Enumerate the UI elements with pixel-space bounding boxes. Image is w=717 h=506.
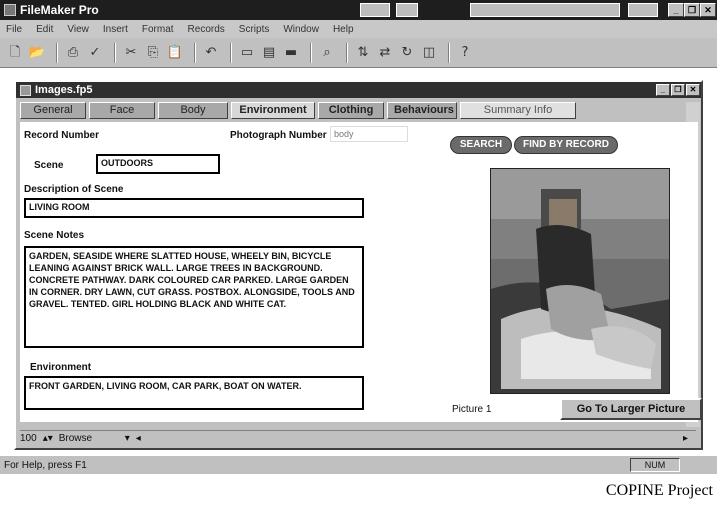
document-title: Images.fp5 [35,84,93,96]
doc-restore-icon[interactable]: ❐ [671,84,685,96]
mode-selector[interactable]: Browse [59,433,119,444]
tab-face[interactable]: Face [89,102,155,119]
toolbar-separator [346,42,348,63]
open-folder-icon[interactable]: 📂 [28,44,46,62]
menu-records[interactable]: Records [188,24,225,35]
cut-icon[interactable]: ✂ [122,44,140,62]
minimize-icon[interactable]: _ [668,3,684,17]
toolbar-separator [114,42,116,63]
delete-record-icon[interactable]: ▬ [282,44,300,62]
title-strip [470,3,620,17]
notes-field[interactable]: GARDEN, SEASIDE WHERE SLATTED HOUSE, WHE… [24,246,364,348]
num-lock-indicator: NUM [630,458,680,472]
photograph-number-label: Photograph Number [230,130,327,141]
menu-format[interactable]: Format [142,24,174,35]
spellcheck-icon[interactable]: ✓ [86,44,104,62]
document-icon [20,84,31,96]
zoom-controls-icon[interactable]: ▴▾ [43,433,53,444]
tab-clothing[interactable]: Clothing [318,102,384,119]
picture-label: Picture 1 [452,404,492,415]
new-record-icon[interactable]: ▭ [238,44,256,62]
copy-icon[interactable]: ⎘ [144,44,162,62]
duplicate-record-icon[interactable]: ▤ [260,44,278,62]
description-label: Description of Scene [24,184,124,195]
description-field[interactable]: LIVING ROOM [24,198,364,218]
photo-image [491,169,669,393]
goto-larger-picture-button[interactable]: Go To Larger Picture [560,398,702,420]
scene-field[interactable]: OUTDOORS [96,154,220,174]
layout-nav-bar: 100 ▴▾ Browse ▾ ◂ ▸ [20,430,696,446]
notes-label: Scene Notes [24,230,85,241]
toolbar-separator [56,42,58,63]
replace-icon[interactable]: ⇄ [376,44,394,62]
tab-environment[interactable]: Environment [231,102,315,119]
doc-close-icon[interactable]: ✕ [686,84,700,96]
menu-edit[interactable]: Edit [36,24,53,35]
sort-icon[interactable]: ⇅ [354,44,372,62]
scene-photograph [490,168,670,394]
title-strip [628,3,658,17]
toolbar-separator [448,42,450,63]
figure-caption: COPINE Project [605,482,713,499]
scene-label: Scene [34,160,64,171]
mode-dropdown-icon[interactable]: ▾ [125,433,130,444]
doc-minimize-icon[interactable]: _ [656,84,670,96]
menu-scripts[interactable]: Scripts [239,24,270,35]
status-help-text: For Help, press F1 [4,459,87,471]
preview-icon[interactable]: ◫ [420,44,438,62]
zoom-level[interactable]: 100 [20,433,37,444]
menu-insert[interactable]: Insert [103,24,128,35]
menu-view[interactable]: View [67,24,89,35]
app-title-bar: FileMaker Pro _ ❐ ✕ [0,0,717,20]
relookup-icon[interactable]: ↻ [398,44,416,62]
scroll-left-icon[interactable]: ◂ [136,433,141,444]
restore-icon[interactable]: ❐ [684,3,700,17]
scroll-right-icon[interactable]: ▸ [683,433,688,444]
record-number-label: Record Number [24,130,100,141]
filemaker-logo-icon [4,4,16,16]
status-bar: For Help, press F1 NUM [0,455,717,474]
undo-icon[interactable]: ↶ [202,44,220,62]
print-icon[interactable]: ⎙ [64,44,82,62]
close-icon[interactable]: ✕ [700,3,716,17]
document-window: Images.fp5 _ ❐ ✕ General Face Body Envir… [14,80,703,450]
menu-help[interactable]: Help [333,24,354,35]
paste-icon[interactable]: 📋 [166,44,184,62]
toolbar: 🗋 📂 ⎙ ✓ ✂ ⎘ 📋 ↶ ▭ ▤ ▬ ⌕ ⇅ ⇄ ↻ ◫ ? [0,38,717,68]
context-help-icon[interactable]: ? [456,44,474,62]
menu-file[interactable]: File [6,24,22,35]
tab-summary-info[interactable]: Summary Info [460,102,576,119]
toolbar-separator [194,42,196,63]
environment-field[interactable]: FRONT GARDEN, LIVING ROOM, CAR PARK, BOA… [24,376,364,410]
find-by-record-button[interactable]: FIND BY RECORD [514,136,618,154]
search-button[interactable]: SEARCH [450,136,512,154]
document-title-bar: Images.fp5 _ ❐ ✕ [16,82,701,98]
title-strip [396,3,418,17]
tab-general[interactable]: General [20,102,86,119]
photograph-number-field[interactable]: body [330,126,408,142]
tab-body[interactable]: Body [158,102,228,119]
new-file-icon[interactable]: 🗋 [6,44,24,62]
tab-strip: General Face Body Environment Clothing B… [20,102,579,120]
menu-window[interactable]: Window [283,24,319,35]
environment-label: Environment [30,362,92,373]
app-title: FileMaker Pro [20,3,99,17]
find-icon[interactable]: ⌕ [318,44,336,62]
menu-bar: File Edit View Insert Format Records Scr… [0,20,717,38]
toolbar-separator [310,42,312,63]
tab-behaviours[interactable]: Behaviours [387,102,457,119]
environment-form: Record Number Photograph Number body SEA… [20,122,702,422]
title-strip [360,3,390,17]
toolbar-separator [230,42,232,63]
